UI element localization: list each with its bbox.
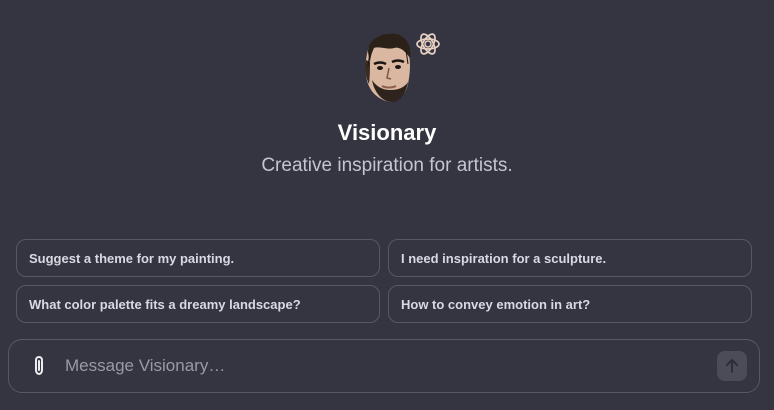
send-button[interactable] — [717, 351, 747, 381]
avatar — [365, 33, 411, 102]
message-input[interactable] — [63, 350, 717, 382]
gpt-title: Visionary — [337, 120, 437, 145]
chat-window: Visionary Creative inspiration for artis… — [0, 0, 774, 410]
suggestion-card[interactable]: Suggest a theme for my painting. — [16, 239, 380, 277]
arrow-up-icon — [726, 359, 738, 373]
gpt-header: Visionary Creative inspiration for artis… — [0, 30, 774, 178]
suggestion-card[interactable]: What color palette fits a dreamy landsca… — [16, 285, 380, 323]
paperclip-icon — [35, 355, 43, 376]
message-composer — [8, 339, 760, 393]
suggestion-grid: Suggest a theme for my painting. I need … — [16, 239, 752, 323]
gpt-description: Creative inspiration for artists. — [261, 155, 513, 176]
avatar-container — [360, 30, 440, 104]
suggestion-card[interactable]: How to convey emotion in art? — [388, 285, 752, 323]
attach-button[interactable] — [25, 352, 53, 380]
suggestion-card[interactable]: I need inspiration for a sculpture. — [388, 239, 752, 277]
openai-logo-icon — [416, 33, 440, 55]
